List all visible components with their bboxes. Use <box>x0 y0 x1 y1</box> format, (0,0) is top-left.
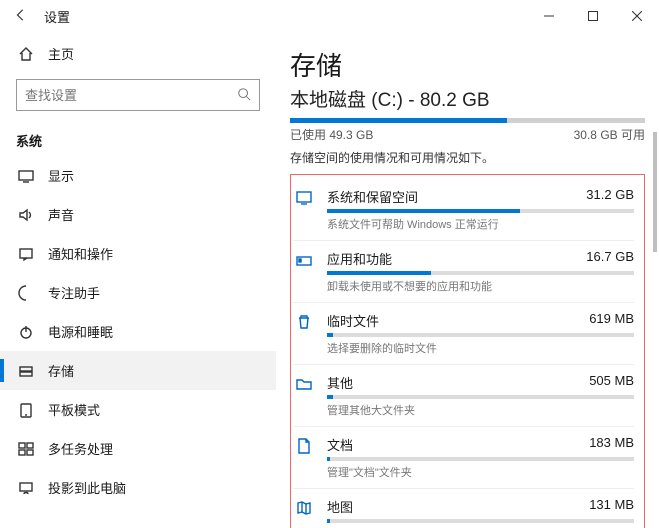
category-sub: 卸载未使用或不想要的应用和功能 <box>327 278 634 294</box>
folder-icon <box>293 373 315 393</box>
storage-note: 存储空间的使用情况和可用情况如下。 <box>290 149 645 166</box>
category-sub: 管理"文档"文件夹 <box>327 464 634 480</box>
category-size: 619 MB <box>589 311 634 330</box>
titlebar: 设置 <box>0 0 659 32</box>
category-sub: 选择要删除的临时文件 <box>327 340 634 356</box>
category-apps[interactable]: 应用和功能 16.7 GB 卸载未使用或不想要的应用和功能 <box>293 243 634 298</box>
sidebar-item-storage[interactable]: 存储 <box>0 351 276 390</box>
category-temp[interactable]: 临时文件 619 MB 选择要删除的临时文件 <box>293 305 634 360</box>
drive-usage-fill <box>290 118 507 123</box>
category-title: 临时文件 <box>327 311 379 330</box>
window-title: 设置 <box>44 7 70 26</box>
sidebar-item-notifications[interactable]: 通知和操作 <box>0 234 276 273</box>
sidebar-item-label: 存储 <box>48 361 74 380</box>
search-field[interactable] <box>25 88 237 103</box>
category-sub: 系统文件可帮助 Windows 正常运行 <box>327 216 634 232</box>
category-bar <box>327 395 634 399</box>
sidebar-item-label: 声音 <box>48 205 74 224</box>
tablet-icon <box>18 402 34 418</box>
sidebar-item-focus[interactable]: 专注助手 <box>0 273 276 312</box>
focus-icon <box>18 285 34 301</box>
sidebar-item-projecting[interactable]: 投影到此电脑 <box>0 468 276 507</box>
power-icon <box>18 324 34 340</box>
category-title: 应用和功能 <box>327 249 392 268</box>
maximize-button[interactable] <box>571 1 615 31</box>
sidebar-item-power[interactable]: 电源和睡眠 <box>0 312 276 351</box>
category-size: 16.7 GB <box>586 249 634 268</box>
category-size: 31.2 GB <box>586 187 634 206</box>
category-other[interactable]: 其他 505 MB 管理其他大文件夹 <box>293 367 634 422</box>
drive-usage-bar <box>290 118 645 123</box>
sidebar-item-tablet[interactable]: 平板模式 <box>0 390 276 429</box>
documents-icon <box>293 435 315 455</box>
trash-icon <box>293 311 315 331</box>
sound-icon <box>18 207 34 223</box>
sidebar-item-display[interactable]: 显示 <box>0 156 276 195</box>
category-bar <box>327 209 634 213</box>
search-icon <box>237 87 251 104</box>
category-size: 131 MB <box>589 497 634 516</box>
multitask-icon <box>18 441 34 457</box>
drive-label: 本地磁盘 (C:) - 80.2 GB <box>290 85 645 112</box>
sidebar-item-label: 多任务处理 <box>48 439 113 458</box>
sidebar-section-header: 系统 <box>0 119 276 156</box>
maps-icon <box>293 497 315 517</box>
main-panel: 存储 本地磁盘 (C:) - 80.2 GB 已使用 49.3 GB 30.8 … <box>276 32 659 528</box>
category-title: 地图 <box>327 497 353 516</box>
search-input[interactable] <box>16 79 260 111</box>
scrollbar[interactable] <box>653 132 657 252</box>
sidebar-item-label: 显示 <box>48 166 74 185</box>
home-icon <box>18 46 34 62</box>
category-title: 系统和保留空间 <box>327 187 418 206</box>
sidebar-item-label: 电源和睡眠 <box>48 322 113 341</box>
category-documents[interactable]: 文档 183 MB 管理"文档"文件夹 <box>293 429 634 484</box>
category-bar <box>327 333 634 337</box>
sidebar-item-multitask[interactable]: 多任务处理 <box>0 429 276 468</box>
back-icon[interactable] <box>14 8 28 25</box>
sidebar-item-label: 专注助手 <box>48 283 100 302</box>
drive-used-label: 已使用 49.3 GB <box>290 126 373 143</box>
sidebar-item-label: 投影到此电脑 <box>48 478 126 497</box>
sidebar-item-sound[interactable]: 声音 <box>0 195 276 234</box>
minimize-button[interactable] <box>527 1 571 31</box>
page-title: 存储 <box>290 46 645 83</box>
sidebar-home-label: 主页 <box>48 44 74 63</box>
category-title: 其他 <box>327 373 353 392</box>
drive-free-label: 30.8 GB 可用 <box>574 126 645 143</box>
storage-categories: 系统和保留空间 31.2 GB 系统文件可帮助 Windows 正常运行 应用和功… <box>290 174 645 528</box>
category-sub: 管理其他大文件夹 <box>327 402 634 418</box>
system-icon <box>293 187 315 207</box>
apps-icon <box>293 249 315 269</box>
sidebar: 主页 系统 显示 声音 通知和操作 专注助手 <box>0 32 276 528</box>
category-maps[interactable]: 地图131 MB 删除离线地图或更改其位置 <box>293 491 634 528</box>
category-bar <box>327 519 634 523</box>
category-title: 文档 <box>327 435 353 454</box>
sidebar-item-label: 平板模式 <box>48 400 100 419</box>
sidebar-home[interactable]: 主页 <box>0 36 276 71</box>
category-size: 505 MB <box>589 373 634 392</box>
category-bar <box>327 457 634 461</box>
category-bar <box>327 271 634 275</box>
category-system[interactable]: 系统和保留空间 31.2 GB 系统文件可帮助 Windows 正常运行 <box>293 181 634 236</box>
sidebar-item-label: 通知和操作 <box>48 244 113 263</box>
display-icon <box>18 168 34 184</box>
storage-icon <box>18 363 34 379</box>
close-button[interactable] <box>615 1 659 31</box>
notifications-icon <box>18 246 34 262</box>
category-size: 183 MB <box>589 435 634 454</box>
projecting-icon <box>18 480 34 496</box>
